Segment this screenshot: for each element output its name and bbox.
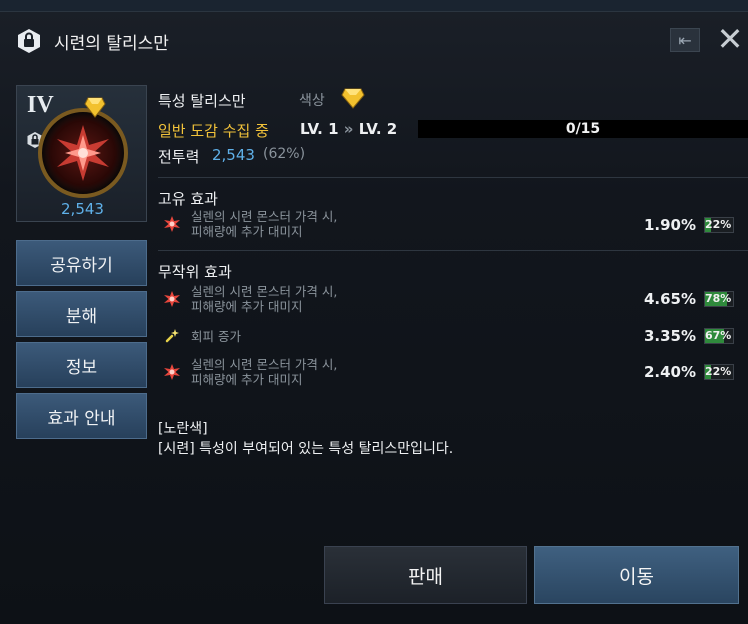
description-color: [노란색] [158, 421, 208, 437]
sparkle-icon [165, 329, 179, 343]
effect-line: 피해량에 추가 대미지 [191, 372, 303, 387]
red-burst-icon [164, 364, 180, 380]
collection-status: 일반 도감 수집 중 [158, 122, 269, 140]
unique-effect-value: 1.90% [643, 216, 696, 234]
unique-effect-desc: 실렌의 시련 몬스터 가격 시, 피해량에 추가 대미지 [191, 209, 521, 239]
level-from: LV. 1 [300, 120, 339, 138]
random-effect-desc: 실렌의 시련 몬스터 가격 시, 피해량에 추가 대미지 [191, 284, 521, 314]
yellow-gem-icon [84, 97, 106, 118]
lock-icon [18, 29, 40, 53]
effect-line: 실렌의 시련 몬스터 가격 시, [191, 284, 338, 299]
level-arrow: » [343, 120, 354, 138]
combat-power-percent: (62%) [263, 146, 306, 162]
disassemble-button[interactable]: 분해 [16, 291, 147, 337]
talisman-orb [38, 108, 128, 198]
random-effect-desc: 실렌의 시련 몬스터 가격 시, 피해량에 추가 대미지 [191, 357, 521, 387]
talisman-type-label: 특성 탈리스만 [158, 92, 246, 110]
exit-button[interactable]: ⇤ [670, 28, 700, 52]
effect-rank-badge: 78% [704, 291, 734, 307]
effect-line: 피해량에 추가 대미지 [191, 224, 303, 239]
badge-text: 22% [705, 218, 732, 231]
effect-line: 실렌의 시련 몬스터 가격 시, [191, 357, 338, 372]
divider [158, 177, 748, 178]
exit-arrow-icon: ⇤ [678, 30, 692, 50]
progress-text: 0/15 [565, 121, 601, 137]
effect-line: 피해량에 추가 대미지 [191, 299, 303, 314]
badge-text: 78% [705, 292, 732, 305]
effect-line: 실렌의 시련 몬스터 가격 시, [191, 209, 338, 224]
badge-text: 22% [705, 365, 732, 378]
top-strip [0, 0, 748, 12]
random-effect-desc: 회피 증가 [191, 329, 521, 344]
close-icon: ✕ [716, 20, 744, 58]
sell-button[interactable]: 판매 [324, 546, 527, 604]
random-effect-value: 2.40% [643, 363, 696, 381]
combat-power-label: 전투력 [158, 148, 200, 166]
color-label: 색상 [299, 93, 325, 109]
divider [158, 250, 748, 251]
window-title: 시련의 탈리스만 [54, 34, 169, 54]
item-power-value: 2,543 [61, 200, 104, 218]
combat-power-value: 2,543 [212, 146, 255, 164]
effect-line: 회피 증가 [191, 329, 241, 344]
description-text: [시련] 특성이 부여되어 있는 특성 탈리스만입니다. [158, 441, 454, 457]
share-button[interactable]: 공유하기 [16, 240, 147, 286]
talisman-emblem-icon [57, 125, 109, 181]
yellow-gem-icon [341, 88, 365, 109]
badge-text: 67% [705, 329, 732, 342]
effect-rank-badge: 22% [704, 217, 734, 233]
collection-progress-bar: 0/15 [418, 120, 748, 138]
effect-rank-badge: 67% [704, 328, 734, 344]
info-button[interactable]: 정보 [16, 342, 147, 388]
random-effects-title: 무작위 효과 [158, 263, 232, 281]
effect-rank-badge: 22% [704, 364, 734, 380]
red-burst-icon [164, 216, 180, 232]
effect-guide-button[interactable]: 효과 안내 [16, 393, 147, 439]
level-progression: LV. 1 » LV. 2 [300, 120, 397, 138]
level-to: LV. 2 [358, 120, 398, 138]
move-button[interactable]: 이동 [534, 546, 739, 604]
item-card[interactable]: IV 2,543 [16, 85, 147, 222]
close-button[interactable]: ✕ [714, 23, 746, 55]
random-effect-value: 4.65% [643, 290, 696, 308]
unique-effects-title: 고유 효과 [158, 190, 218, 208]
red-burst-icon [164, 291, 180, 307]
random-effect-value: 3.35% [643, 327, 696, 345]
